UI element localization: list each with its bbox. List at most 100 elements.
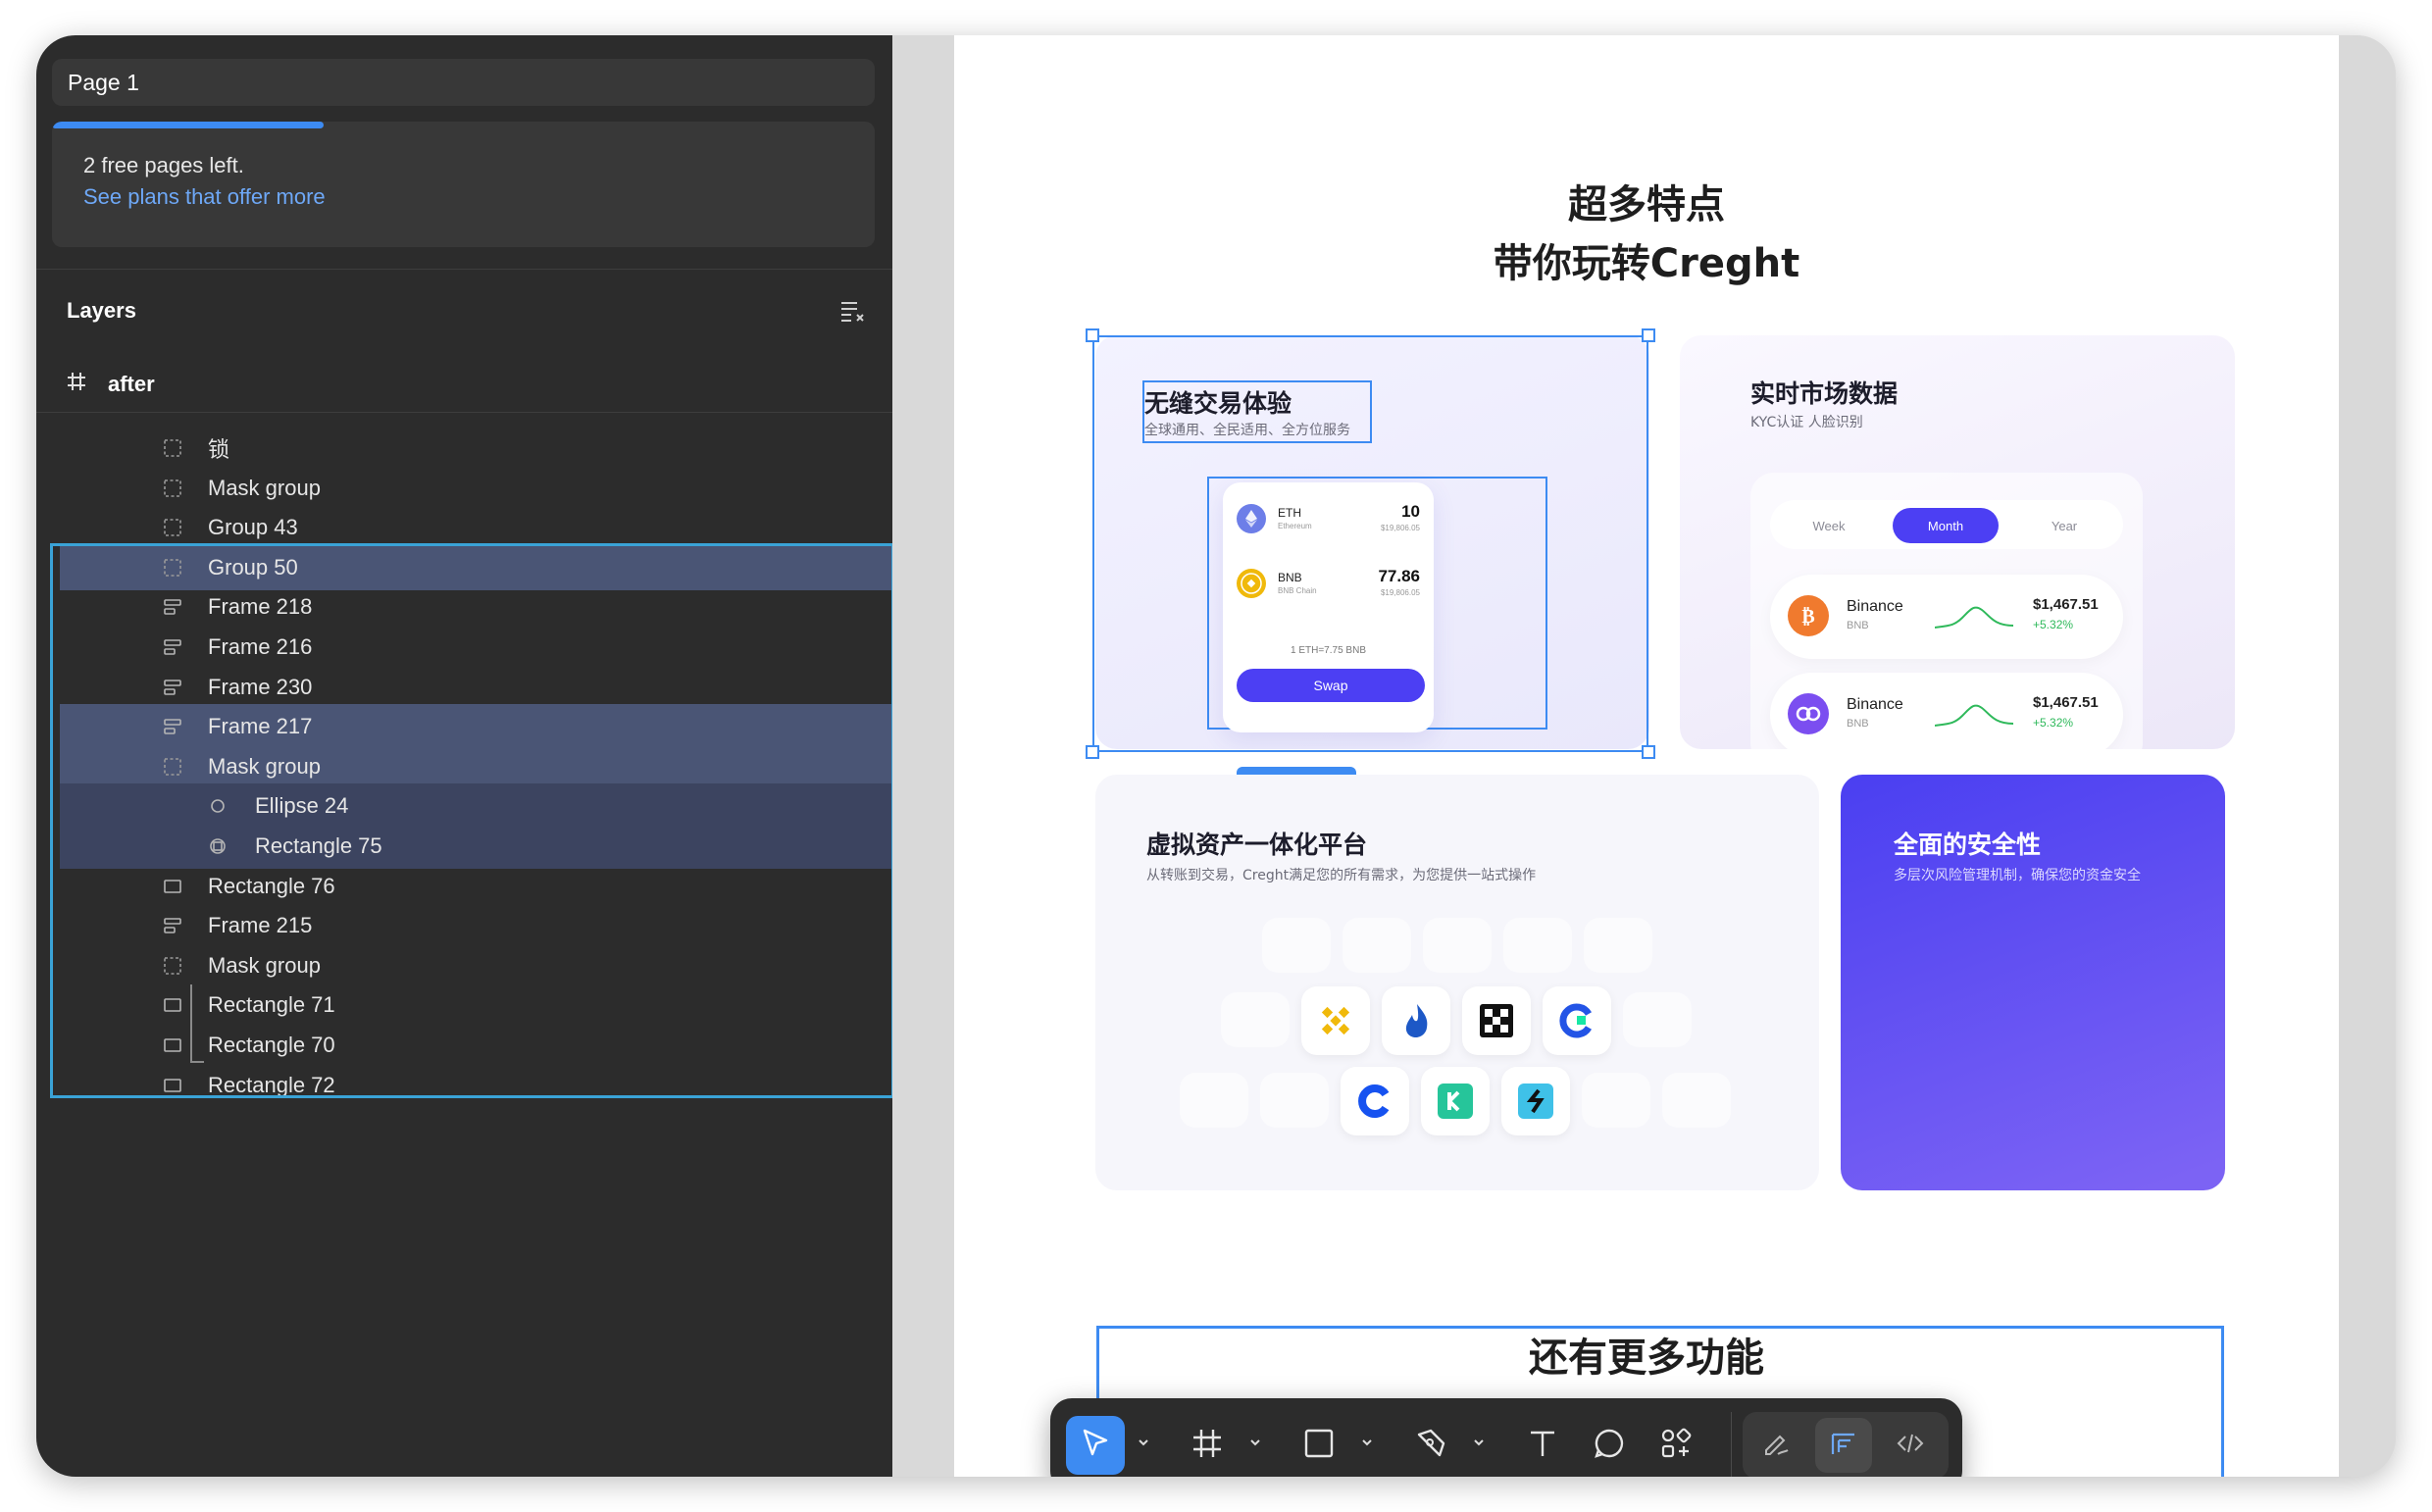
artboard-after[interactable]: 超多特点 带你玩转Creght 无缝交易体验 全球通用、全民适用、全方位服务 E…	[954, 35, 2339, 1477]
resize-handle[interactable]	[1086, 328, 1099, 342]
dashed-group-icon	[162, 437, 183, 459]
bnb-symbol: BNB	[1278, 571, 1302, 584]
coin-change: +5.32%	[2033, 618, 2074, 631]
layer-label: Frame 215	[208, 913, 313, 937]
market-row[interactable]: Binance BNB $1,467.51 +5.32%	[1770, 673, 2123, 749]
bnb-icon	[1237, 569, 1266, 598]
mask-icon	[207, 835, 228, 857]
cursor-arrow-icon	[1079, 1427, 1112, 1465]
security-card-subtitle: 多层次风险管理机制，确保您的资金安全	[1894, 868, 2141, 883]
layer-label: Rectangle 75	[255, 833, 382, 858]
chevron-down-icon[interactable]	[1472, 1436, 1486, 1449]
layer-row[interactable]: 锁	[60, 426, 892, 471]
swap-button[interactable]: Swap	[1237, 669, 1425, 702]
coin-price: $1,467.51	[2033, 694, 2099, 711]
layer-row[interactable]: Frame 218	[60, 584, 892, 630]
polygon-icon	[1788, 693, 1829, 734]
tab-month[interactable]: Month	[1893, 508, 1999, 543]
comment-tool-button[interactable]	[1580, 1416, 1639, 1475]
layer-row[interactable]: Frame 215	[60, 903, 892, 948]
coin-ticker: BNB	[1847, 620, 1869, 631]
layer-row[interactable]: Frame 216	[60, 625, 892, 670]
text-tool-button[interactable]	[1513, 1416, 1572, 1475]
layer-label: Mask group	[208, 754, 321, 779]
dashed-group-icon	[162, 517, 183, 538]
trade-card-subtitle: 全球通用、全民适用、全方位服务	[1144, 423, 1350, 438]
layer-label: Frame 230	[208, 675, 313, 699]
bitcoin-icon: ₿	[1788, 595, 1829, 636]
chevron-down-icon[interactable]	[1137, 1436, 1150, 1449]
free-pages-text: 2 free pages left.	[83, 153, 244, 177]
rectangle-tool-button[interactable]	[1290, 1416, 1348, 1475]
page-selector[interactable]: Page 1	[52, 59, 875, 106]
layer-row[interactable]: Rectangle 70	[60, 1023, 892, 1068]
eth-amount: 10	[1401, 502, 1420, 521]
auto-layout-frame-icon	[162, 915, 183, 936]
security-card[interactable]: 全面的安全性 多层次风险管理机制，确保您的资金安全	[1841, 775, 2225, 1190]
sparkline	[1935, 704, 2013, 727]
toolbar-divider	[1731, 1412, 1732, 1477]
layer-label: Rectangle 70	[208, 1033, 335, 1057]
market-row[interactable]: ₿ Binance BNB $1,467.51 +5.32%	[1770, 575, 2123, 659]
resize-handle[interactable]	[1642, 745, 1655, 759]
actions-tool-button[interactable]	[1647, 1416, 1705, 1475]
placeholder-tile	[1180, 1073, 1248, 1128]
rectangle-icon	[162, 994, 183, 1016]
section-heading-line1: 超多特点	[1568, 182, 1725, 227]
exchange-rate: 1 ETH=7.75 BNB	[1291, 645, 1366, 656]
see-plans-link[interactable]: See plans that offer more	[83, 184, 326, 210]
frame-tool-button[interactable]	[1178, 1416, 1237, 1475]
ellipse-icon	[207, 795, 228, 817]
resize-handle[interactable]	[1086, 745, 1099, 759]
placeholder-tile	[1584, 918, 1652, 973]
design-canvas[interactable]: 超多特点 带你玩转Creght 无缝交易体验 全球通用、全民适用、全方位服务 E…	[892, 35, 2396, 1477]
layer-label: Rectangle 71	[208, 992, 335, 1017]
code-brackets-icon	[1896, 1429, 1925, 1463]
bnb-name: BNB Chain	[1278, 586, 1317, 595]
layer-row[interactable]: Rectangle 72	[60, 1063, 892, 1108]
layer-row[interactable]: Frame 217	[60, 704, 892, 749]
divider	[36, 412, 892, 413]
design-mode-button[interactable]	[1815, 1418, 1872, 1473]
layer-label: Frame 218	[208, 594, 313, 619]
frame-hash-icon	[67, 372, 86, 397]
layer-row[interactable]: Ellipse 24	[60, 783, 892, 829]
auto-layout-frame-icon	[162, 677, 183, 698]
assets-card-title: 虚拟资产一体化平台	[1146, 831, 1368, 859]
root-frame-row[interactable]: after	[67, 365, 155, 404]
resize-handle[interactable]	[1642, 328, 1655, 342]
layer-label: Mask group	[208, 953, 321, 978]
bottom-toolbar	[1050, 1398, 1962, 1477]
assets-card-subtitle: 从转账到交易，Creght满足您的所有需求，为您提供一站式操作	[1146, 868, 1537, 883]
dev-mode-button[interactable]	[1882, 1418, 1939, 1473]
draw-mode-button[interactable]	[1748, 1418, 1805, 1473]
coinbase-logo-icon	[1341, 1067, 1409, 1135]
layer-row[interactable]: Rectangle 75	[60, 824, 892, 869]
app-window: Page 1 2 free pages left. See plans that…	[36, 35, 2396, 1477]
assets-card[interactable]: 虚拟资产一体化平台 从转账到交易，Creght满足您的所有需求，为您提供一站式操…	[1095, 775, 1819, 1190]
more-features-heading: 还有更多功能	[1529, 1336, 1764, 1381]
layer-label: Ellipse 24	[255, 793, 349, 818]
layer-row[interactable]: Rectangle 71	[60, 983, 892, 1028]
layers-options-icon[interactable]	[838, 298, 868, 326]
dashed-group-icon	[162, 955, 183, 977]
placeholder-tile	[1623, 992, 1692, 1047]
auto-layout-frame-icon	[162, 716, 183, 737]
layer-label: Mask group	[208, 476, 321, 500]
bnb-usd: $19,806.05	[1380, 588, 1420, 597]
swap-widget[interactable]: ETH Ethereum 10 $19,806.05 BNB BNB Chain…	[1223, 482, 1434, 732]
pen-tool-button[interactable]	[1401, 1416, 1460, 1475]
gate-logo-icon	[1543, 986, 1611, 1055]
chevron-down-icon[interactable]	[1248, 1436, 1262, 1449]
layer-row[interactable]: Group 43	[60, 505, 892, 550]
market-card[interactable]: 实时市场数据 KYC认证 人脸识别 Week Month Year ₿ Bina…	[1680, 335, 2235, 749]
placeholder-tile	[1582, 1073, 1650, 1128]
layer-label: Group 43	[208, 515, 298, 539]
tab-week[interactable]: Week	[1780, 508, 1878, 543]
free-pages-progress	[52, 122, 324, 128]
tab-year[interactable]: Year	[2015, 508, 2113, 543]
trade-card[interactable]: 无缝交易体验 全球通用、全民适用、全方位服务 ETH Ethereum 10 $…	[1095, 335, 1649, 749]
placeholder-tile	[1343, 918, 1411, 973]
move-tool-button[interactable]	[1066, 1416, 1125, 1475]
chevron-down-icon[interactable]	[1360, 1436, 1374, 1449]
